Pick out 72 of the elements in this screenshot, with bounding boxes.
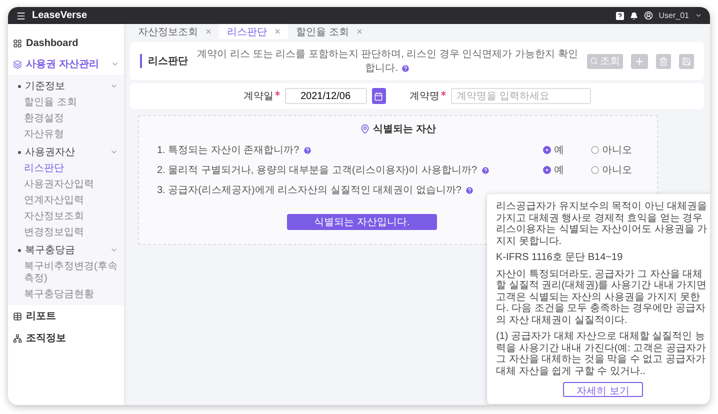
question-text: 1. 특정되는 자산이 존재합니까? (157, 144, 300, 157)
field-label: 계약일 (244, 90, 274, 103)
page-description: 계약이 리스 또는 리스를 포함하는지 판단하며, 리스인 경우 인식면제가 가능한지 확인합니다. (196, 48, 579, 75)
sidebar-group[interactable]: 사용권자산 (8, 143, 124, 161)
calendar-icon (374, 92, 383, 100)
plus-icon (634, 56, 645, 66)
search-icon (590, 57, 598, 65)
close-icon[interactable] (356, 29, 362, 34)
sidebar-item[interactable]: 리포트 (8, 305, 124, 327)
save-icon (682, 56, 691, 66)
sidebar-group[interactable]: 복구충당금 (8, 241, 124, 259)
sidebar-item[interactable]: 조직정보 (8, 327, 124, 349)
grid-icon (13, 39, 22, 48)
question-text: 3. 공급자(리스제공자)에게 리스자산의 실질적인 대체권이 없습니까? (157, 184, 462, 197)
radio-icon[interactable] (591, 146, 599, 154)
result-button[interactable]: 식별되는 자산입니다. (287, 214, 437, 230)
field-label: 계약명 (410, 90, 440, 103)
app-name: LeaseVerse (32, 10, 88, 21)
sidebar-subitem[interactable]: 자산정보조회 (8, 209, 124, 225)
sidebar-item[interactable]: 사용권 자산관리 (8, 53, 124, 75)
radio-option[interactable]: 아니오 (591, 143, 639, 157)
radio-option[interactable]: 예 (543, 143, 591, 157)
user-icon[interactable] (644, 11, 653, 20)
caret-icon[interactable] (695, 12, 702, 19)
tooltip-text: 리스공급자가 유지보수의 목적이 아닌 대체권을 가지고 대체권 행사로 경제적 효익을 얻는 경우 리스이용자는 식별되는 자산이어도 사용권을 가지지 못합니다. (496, 201, 708, 247)
sidebar-subitem[interactable]: 복구충당금현황 (8, 287, 124, 303)
tab[interactable]: 리스판단 (219, 24, 288, 39)
radio-icon[interactable] (591, 166, 599, 174)
sidebar-subitem[interactable]: 복구비추정변경(후속측정) (8, 259, 124, 287)
radio-option[interactable]: 예 (543, 163, 591, 177)
tooltip-text: K-IFRS 1116호 문단 B14~19 (496, 252, 624, 264)
calendar-button[interactable] (372, 88, 386, 104)
pin-icon (360, 124, 370, 134)
more-button[interactable]: 자세히 보기 (563, 382, 643, 397)
close-icon[interactable] (275, 29, 280, 34)
sidebar-subitem[interactable]: 할인율 조회 (8, 95, 124, 111)
chevron-icon[interactable] (110, 148, 118, 156)
sidebar-subitem[interactable]: 리스판단 (8, 161, 124, 177)
bell-icon[interactable] (630, 12, 638, 20)
bullet-icon (18, 150, 21, 154)
table-icon (13, 312, 22, 320)
layers-icon (13, 60, 22, 68)
chevron-icon[interactable] (110, 246, 118, 254)
sidebar-group[interactable]: 기준정보 (8, 77, 124, 95)
radio-icon[interactable] (543, 146, 551, 154)
page-title: 리스판단 (140, 54, 188, 68)
trash-icon (659, 56, 668, 66)
bullet-icon (18, 84, 21, 88)
sidebar-item[interactable]: Dashboard (8, 34, 124, 53)
tab[interactable]: 할인율 조회 (288, 24, 370, 39)
sidebar-subitem[interactable]: 사용권자산입력 (8, 177, 124, 193)
user-name[interactable]: User_01 (658, 11, 689, 20)
sidebar-subitem[interactable]: 환경설정 (8, 111, 124, 127)
menu-icon[interactable] (16, 10, 26, 20)
question-text: 2. 물리적 구별되거나, 용량의 대부분을 고객(리스이용자)이 사용합니까? (157, 164, 478, 177)
sidebar-subitem[interactable]: 연계자산입력 (8, 193, 124, 209)
radio-icon[interactable] (543, 166, 551, 174)
chevron-icon[interactable] (111, 60, 119, 68)
contract-name-field[interactable]: 계약명을 입력하세요 (450, 88, 590, 104)
bullet-icon (18, 248, 21, 252)
close-icon[interactable] (206, 29, 211, 34)
date-field[interactable]: 2021/12/06 (284, 88, 366, 104)
sidebar-subitem[interactable]: 변경정보입력 (8, 225, 124, 241)
tab[interactable]: 자산정보조회 (130, 24, 219, 39)
tooltip-text: (1) 공급자가 대체 자산으로 대체할 실질적인 능력을 사용기간 내내 가진다(예: 고객은 공급자가 그 자산을 대체하는 것을 막을 수 없고 공급자가 대체 자산을 쉽게 구할 수 있거나.. (496, 331, 707, 377)
section-title: 식별되는 자산 (373, 123, 436, 136)
radio-option[interactable]: 아니오 (591, 163, 639, 177)
help-icon[interactable] (616, 12, 624, 20)
tooltip-text: 자산이 특정되더라도, 공급자가 그 자산을 대체할 실질적 권리(대체권)를 사용기간 내내 가지면 고객은 식별되는 자산의 사용권을 가지지 못한다. 다음 조건을 모두 충족하는 경우에만 공급자의 자산 대체권이 실질적이다. (496, 268, 708, 326)
sidebar-subitem[interactable]: 자산유형 (8, 127, 124, 143)
network-icon (13, 334, 22, 342)
chevron-icon[interactable] (110, 82, 118, 90)
